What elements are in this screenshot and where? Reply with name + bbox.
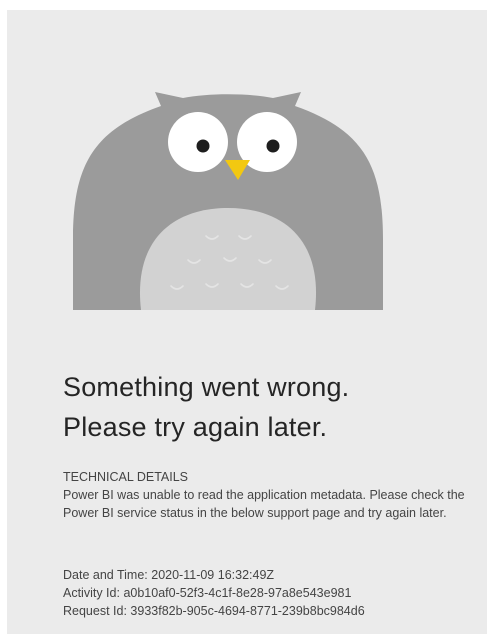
error-metadata: Date and Time: 2020-11-09 16:32:49Z Acti… bbox=[63, 566, 483, 620]
headline-line-2: Please try again later. bbox=[63, 412, 328, 442]
headline-line-1: Something went wrong. bbox=[63, 372, 350, 402]
date-time-value: 2020-11-09 16:32:49Z bbox=[151, 568, 275, 582]
owl-left-pupil bbox=[196, 139, 210, 153]
request-id-label: Request Id: bbox=[63, 604, 127, 618]
owl-right-pupil bbox=[266, 139, 280, 153]
owl-icon bbox=[73, 92, 383, 310]
date-time-row: Date and Time: 2020-11-09 16:32:49Z bbox=[63, 566, 483, 584]
request-id-value: 3933f82b-905c-4694-8771-239b8bc984d6 bbox=[130, 604, 365, 618]
error-panel: Something went wrong. Please try again l… bbox=[7, 10, 487, 634]
technical-details-label: TECHNICAL DETAILS bbox=[63, 470, 189, 484]
technical-details-text: Power BI was unable to read the applicat… bbox=[63, 488, 465, 520]
activity-id-row: Activity Id: a0b10af0-52f3-4c1f-8e28-97a… bbox=[63, 584, 483, 602]
error-headline: Something went wrong. Please try again l… bbox=[63, 367, 349, 447]
activity-id-value: a0b10af0-52f3-4c1f-8e28-97a8e543e981 bbox=[123, 586, 352, 600]
date-time-label: Date and Time: bbox=[63, 568, 148, 582]
request-id-row: Request Id: 3933f82b-905c-4694-8771-239b… bbox=[63, 602, 483, 620]
owl-illustration bbox=[73, 90, 383, 310]
technical-details: TECHNICAL DETAILS Power BI was unable to… bbox=[63, 468, 473, 522]
activity-id-label: Activity Id: bbox=[63, 586, 120, 600]
